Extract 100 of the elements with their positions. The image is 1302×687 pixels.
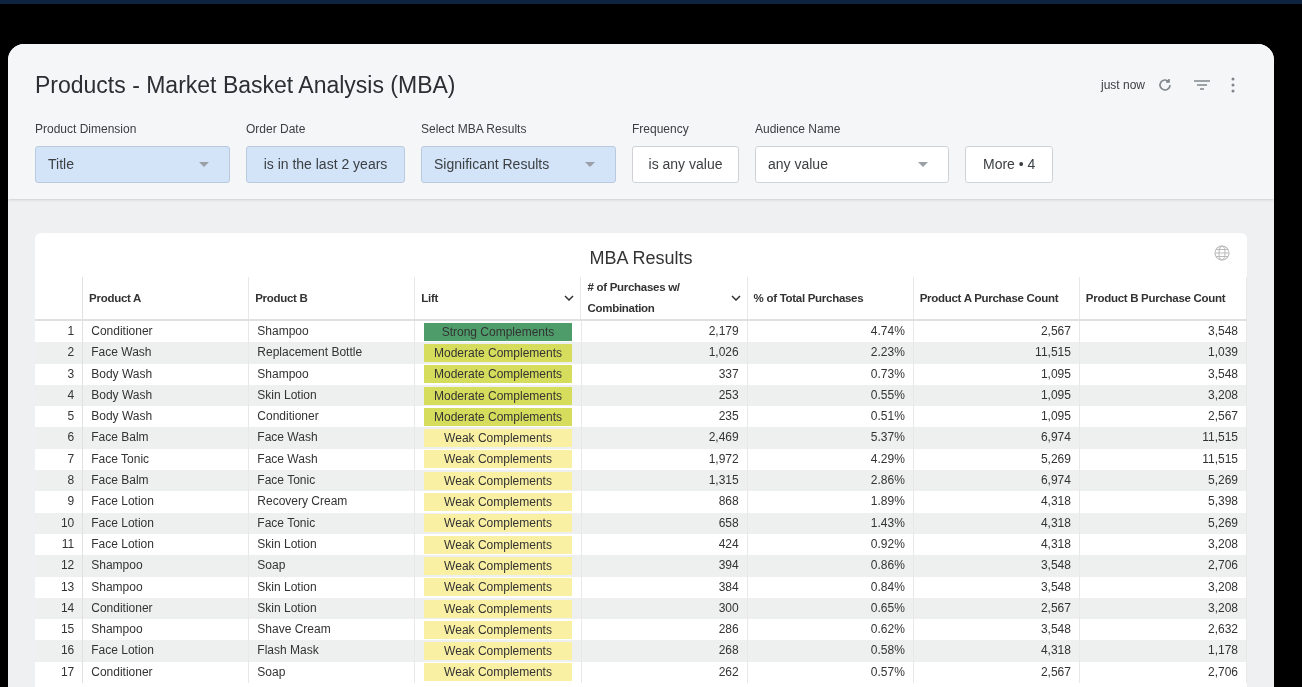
lift-label: Weak Complements <box>424 429 572 448</box>
row-number: 12 <box>35 555 84 577</box>
table-cell: 5,398 <box>1079 491 1247 513</box>
filter-label: Frequency <box>632 120 690 138</box>
table-cell: 0.57% <box>747 661 914 684</box>
table-cell: 337 <box>581 363 748 385</box>
dropdown-caret-icon <box>918 161 928 167</box>
table-cell: 3,548 <box>1079 363 1247 385</box>
table-cell: 0.58% <box>747 640 914 662</box>
filter-dropdown[interactable]: is in the last 2 years <box>246 145 405 183</box>
dropdown-caret-icon <box>585 161 595 167</box>
table-title: MBA Results <box>589 247 693 270</box>
column-header[interactable]: % of Total Purchases <box>747 277 914 319</box>
table-cell: 11,515 <box>913 342 1080 364</box>
table-cell: Body Wash <box>83 363 250 385</box>
table-cell: Soap <box>249 661 416 684</box>
row-number: 3 <box>35 363 84 385</box>
filter-icon[interactable] <box>1193 78 1211 93</box>
lift-label: Moderate Complements <box>424 343 572 362</box>
filter-dropdown[interactable]: Title <box>35 145 230 183</box>
table-cell: Shampoo <box>83 555 250 577</box>
table-cell: Soap <box>249 555 416 577</box>
table-cell: 0.86% <box>747 555 914 577</box>
lift-label: Weak Complements <box>424 535 572 554</box>
table-cell: 0.73% <box>747 363 914 385</box>
table-cell: 658 <box>581 512 748 534</box>
globe-icon[interactable] <box>1214 245 1230 261</box>
row-number: 16 <box>35 640 84 662</box>
table-cell: 5.37% <box>747 427 914 449</box>
table-cell: Face Balm <box>83 427 250 449</box>
table-cell: 4,318 <box>913 491 1080 513</box>
more-icon[interactable] <box>1231 77 1235 94</box>
table-cell: Shampoo <box>83 576 250 598</box>
table-cell: Face Lotion <box>83 512 250 534</box>
filter-dropdown[interactable]: any value <box>755 145 949 183</box>
lift-label: Weak Complements <box>424 663 572 682</box>
refresh-icon[interactable] <box>1157 77 1173 94</box>
column-header[interactable]: Product A <box>83 277 250 319</box>
chevron-down-icon <box>564 295 575 301</box>
table-cell: 0.84% <box>747 576 914 598</box>
table-cell: 3,548 <box>913 555 1080 577</box>
table-cell: 868 <box>581 491 748 513</box>
table-cell: 5,269 <box>1079 512 1247 534</box>
column-header[interactable]: Product B <box>249 277 416 319</box>
chevron-down-icon <box>730 295 741 301</box>
table-cell: Face Lotion <box>83 640 250 662</box>
row-number: 9 <box>35 491 84 513</box>
lift-label: Weak Complements <box>424 514 572 533</box>
more-filters-button[interactable]: More • 4 <box>965 145 1054 183</box>
lift-label: Moderate Complements <box>424 386 572 405</box>
row-number: 13 <box>35 576 84 598</box>
filter-label: Audience Name <box>755 120 842 138</box>
table-cell: Face Lotion <box>83 491 250 513</box>
lift-label: Weak Complements <box>424 556 572 575</box>
lift-label: Moderate Complements <box>424 365 572 384</box>
row-number: 10 <box>35 512 84 534</box>
table-cell: 262 <box>581 661 748 684</box>
table-cell: 1,026 <box>581 342 748 364</box>
column-header[interactable]: Lift <box>415 277 582 319</box>
dashboard-title: Products - Market Basket Analysis (MBA) <box>35 71 456 100</box>
filter-label: Select MBA Results <box>421 120 528 138</box>
last-updated-text: just now <box>1100 77 1145 95</box>
table-cell: 1,039 <box>1079 342 1247 364</box>
table-cell: 384 <box>581 576 748 598</box>
table-cell: 1,178 <box>1079 640 1247 662</box>
column-header[interactable]: Product B Purchase Count <box>1079 277 1247 319</box>
table-cell: 3,208 <box>1079 576 1247 598</box>
lift-label: Weak Complements <box>424 620 572 639</box>
table-cell: Flash Mask <box>249 640 416 662</box>
table-cell: 2.23% <box>747 342 914 364</box>
table-cell: 394 <box>581 555 748 577</box>
table-cell: 268 <box>581 640 748 662</box>
table-cell: Skin Lotion <box>249 576 416 598</box>
filter-dropdown[interactable]: is any value <box>632 145 739 183</box>
lift-label: Weak Complements <box>424 471 572 490</box>
lift-label: Weak Complements <box>424 642 572 661</box>
table-cell: Face Wash <box>249 427 416 449</box>
filter-label: Order Date <box>246 120 307 138</box>
table-cell: Shampoo <box>249 363 416 385</box>
table-cell: 1.43% <box>747 512 914 534</box>
column-header[interactable]: # of Purchases w/ Combination <box>581 277 748 319</box>
filter-label: Product Dimension <box>35 120 138 138</box>
row-number: 6 <box>35 427 84 449</box>
table-cell: 2,706 <box>1079 661 1247 684</box>
lift-label: Weak Complements <box>424 578 572 597</box>
table-cell: Recovery Cream <box>249 491 416 513</box>
table-cell: 6,974 <box>913 427 1080 449</box>
table-cell: Conditioner <box>83 661 250 684</box>
dropdown-caret-icon <box>199 161 209 167</box>
table-cell: 2,706 <box>1079 555 1247 577</box>
table-cell: 11,515 <box>1079 427 1247 449</box>
filter-dropdown[interactable]: Significant Results <box>421 145 616 183</box>
row-number: 17 <box>35 661 84 684</box>
column-header[interactable]: Product A Purchase Count <box>913 277 1080 319</box>
table-cell: 2,469 <box>581 427 748 449</box>
table-cell: 1,095 <box>913 363 1080 385</box>
table-cell: 3,548 <box>913 576 1080 598</box>
lift-label: Weak Complements <box>424 450 572 469</box>
table-cell: Face Wash <box>83 342 250 364</box>
table-cell: 4,318 <box>913 640 1080 662</box>
